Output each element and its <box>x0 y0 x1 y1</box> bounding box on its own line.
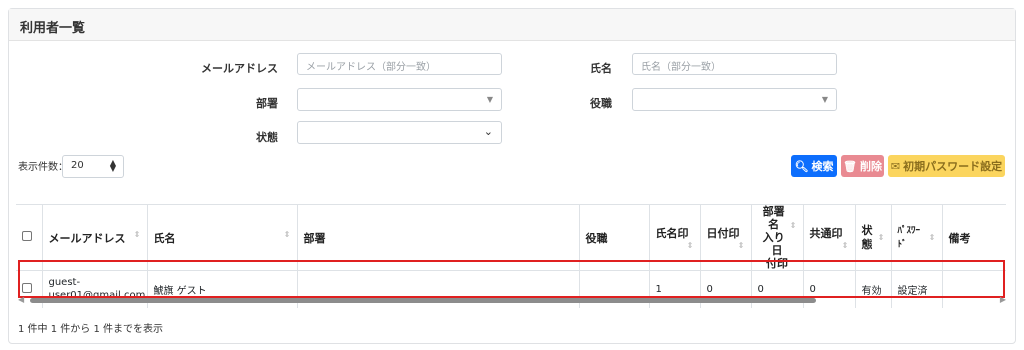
table-header-row: メールアドレス ⇕ 氏名 ⇕ 部署 役職 氏名印 ⇕ 日付印 ⇕ ⇕ 部署名 入り日 付… <box>16 204 1006 271</box>
header-name[interactable]: 氏名 ⇕ <box>146 204 297 271</box>
sort-icon: ⇕ <box>133 229 141 239</box>
select-all-cell <box>16 204 42 271</box>
row-checkbox[interactable] <box>22 282 32 293</box>
header-dept-date-stamp[interactable]: ⇕ 部署名 入り日 付印 <box>750 204 803 271</box>
sort-icon: ⇕ <box>841 241 849 250</box>
envelope-icon: ✉ <box>890 159 901 173</box>
display-count-value: 20 <box>71 160 84 171</box>
display-count-label: 表示件数： <box>18 162 68 173</box>
scrollbar-thumb[interactable] <box>30 298 816 303</box>
header-name-stamp[interactable]: 氏名印 ⇕ <box>648 204 700 271</box>
email-input[interactable]: メールアドレス（部分一致） <box>297 53 502 75</box>
sort-icon: ⇕ <box>877 232 885 242</box>
reset-password-button-label: 初期パスワード設定 <box>903 160 1003 173</box>
name-input[interactable]: 氏名（部分一致） <box>632 53 837 75</box>
user-table: メールアドレス ⇕ 氏名 ⇕ 部署 役職 氏名印 ⇕ 日付印 ⇕ ⇕ 部署名 入り日 付… <box>16 204 1006 308</box>
role-select[interactable]: ▼ <box>632 88 837 111</box>
role-label: 役職 <box>590 97 612 110</box>
sort-icon: ⇕ <box>789 221 797 230</box>
reset-password-button[interactable]: ✉ 初期パスワード設定 <box>888 155 1005 177</box>
card-title: 利用者一覧 <box>9 9 1015 41</box>
header-password[interactable]: ⇕ ﾊﾟｽﾜｰ ﾄﾞ <box>890 204 942 271</box>
caret-down-icon: ▼ <box>486 95 493 104</box>
sort-icon: ⇕ <box>283 229 291 239</box>
status-select[interactable]: ⌄ <box>297 121 502 144</box>
search-button-label: 検索 <box>811 160 834 173</box>
delete-button[interactable]: 🗑︎ 削除 <box>841 155 884 177</box>
pagination-summary: 1 件中 1 件から 1 件までを表示 <box>18 324 163 335</box>
select-all-checkbox[interactable] <box>22 231 32 241</box>
header-note: 備考 <box>941 204 1006 271</box>
horizontal-scrollbar[interactable]: ◀ ▶ <box>18 295 1006 304</box>
trash-icon: 🗑︎ <box>843 159 857 173</box>
scroll-right-arrow-icon[interactable]: ▶ <box>1000 295 1006 304</box>
header-date-stamp[interactable]: 日付印 ⇕ <box>699 204 751 271</box>
name-label: 氏名 <box>590 62 612 75</box>
department-label: 部署 <box>256 97 278 110</box>
status-label: 状態 <box>256 131 278 144</box>
header-email[interactable]: メールアドレス ⇕ <box>41 204 147 271</box>
email-label: メールアドレス <box>201 62 278 75</box>
sort-updown-icon: ▲ ▼ <box>109 158 116 173</box>
header-status[interactable]: ⇕ 状 態 <box>854 204 891 271</box>
delete-button-label: 削除 <box>859 160 882 173</box>
scroll-left-arrow-icon[interactable]: ◀ <box>18 295 24 304</box>
search-icon: 🔍︎ <box>794 159 809 173</box>
sort-icon: ⇕ <box>686 241 694 250</box>
search-button[interactable]: 🔍︎ 検索 <box>791 155 837 177</box>
department-select[interactable]: ▼ <box>297 88 502 111</box>
header-department: 部署 <box>296 204 579 271</box>
caret-down-icon: ▼ <box>821 95 828 104</box>
sort-icon: ⇕ <box>928 232 936 242</box>
sort-icon: ⇕ <box>737 241 745 250</box>
chevron-down-icon: ⌄ <box>483 125 493 138</box>
display-count-select[interactable]: 20 ▲ ▼ <box>62 155 124 178</box>
header-common-stamp[interactable]: 共通印 ⇕ <box>802 204 855 271</box>
header-role: 役職 <box>578 204 649 271</box>
